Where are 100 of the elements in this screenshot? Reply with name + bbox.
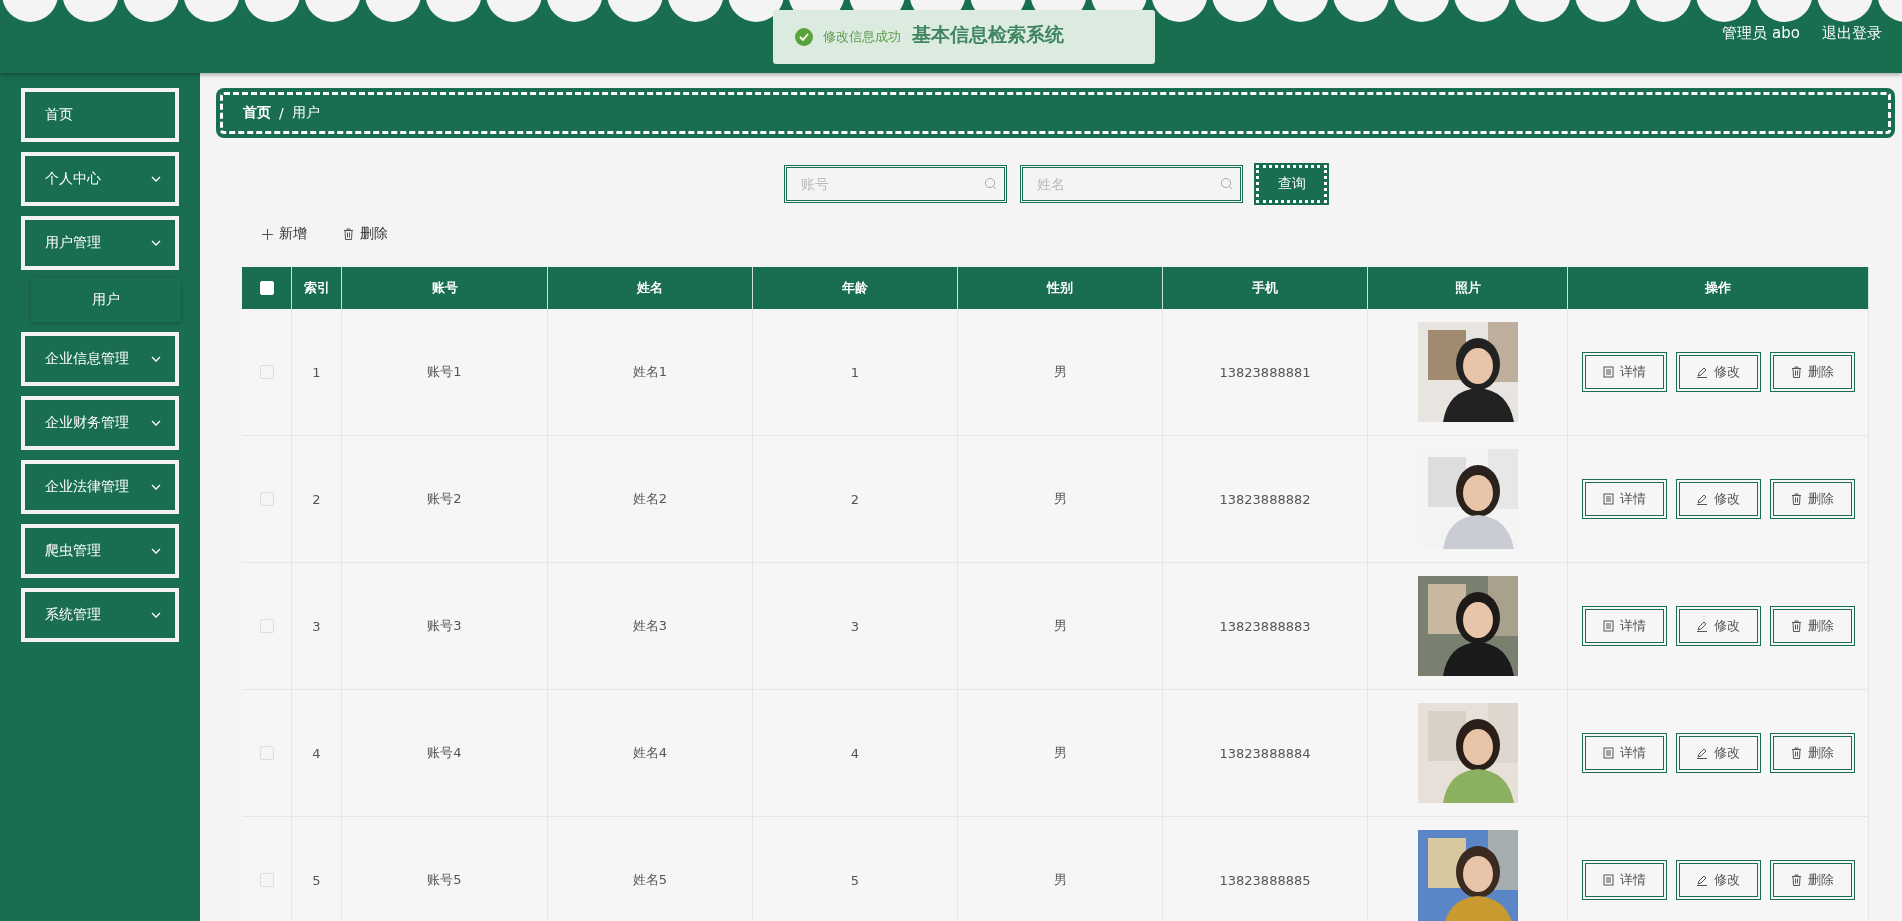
table-cell: 姓名5 [632,871,668,889]
search-icon [984,177,997,190]
search-icon [1220,177,1233,190]
table-cell: 男 [1053,363,1067,381]
chevron-down-icon [151,612,161,618]
table-cell: 账号2 [427,490,462,508]
pencil-icon [1696,874,1708,886]
sidebar-item[interactable]: 个人中心 [21,152,179,206]
column-header: 年龄 [842,279,868,297]
chevron-down-icon [151,420,161,426]
sidebar-item[interactable]: 企业财务管理 [21,396,179,450]
column-header: 索引 [303,279,330,297]
sidebar-item[interactable]: 企业法律管理 [21,460,179,514]
table-cell: 姓名4 [632,744,668,762]
sidebar-item[interactable]: 用户管理 [21,216,179,270]
row-checkbox[interactable] [259,365,274,379]
row-checkbox[interactable] [259,746,274,760]
document-icon [1602,493,1614,505]
breadcrumb-link[interactable]: 首页 [243,104,271,122]
details-button[interactable]: 详情 [1581,860,1667,900]
document-icon [1602,747,1614,759]
sidebar-item[interactable]: 爬虫管理 [21,524,179,578]
table-cell: 账号3 [427,617,462,635]
details-button[interactable]: 详情 [1581,479,1667,519]
row-checkbox[interactable] [259,492,274,506]
delete-button[interactable]: 删除 [1769,860,1855,900]
table-cell: 1 [312,364,321,380]
table-cell: 男 [1053,490,1067,508]
check-circle-icon [795,28,813,46]
search-field[interactable]: 账号 [784,165,1007,203]
table-cell: 13823888885 [1219,872,1311,888]
row-checkbox[interactable] [259,619,274,633]
details-button[interactable]: 详情 [1581,733,1667,773]
table-cell: 男 [1053,617,1067,635]
trash-icon [1790,747,1802,759]
table-cell: 4 [850,745,860,761]
table-cell: 姓名3 [632,617,668,635]
breadcrumb-separator: / [279,105,284,121]
table-cell: 姓名2 [632,490,668,508]
document-icon [1602,620,1614,632]
document-icon [1602,874,1614,886]
delete-button[interactable]: 删除 [1769,733,1855,773]
chevron-down-icon [151,176,161,182]
delete-button[interactable]: 删除 [1769,479,1855,519]
chevron-down-icon [151,356,161,362]
delete-button[interactable]: 删除 [1769,606,1855,646]
toast-message: 修改信息成功 [823,28,901,46]
table-cell: 账号5 [427,871,462,889]
pencil-icon [1696,620,1708,632]
chevron-down-icon [151,240,161,246]
breadcrumb-link[interactable]: 用户 [291,104,320,122]
sidebar-item[interactable]: 企业信息管理 [21,332,179,386]
column-header: 姓名 [637,279,663,297]
column-header: 性别 [1047,279,1073,297]
document-icon [1602,366,1614,378]
chevron-down-icon [151,484,161,490]
query-button[interactable]: 查询 [1256,165,1327,203]
sidebar-item[interactable]: 系统管理 [21,588,179,642]
table-cell: 13823888883 [1219,618,1311,634]
column-header: 照片 [1454,279,1481,297]
table-cell: 男 [1053,871,1067,889]
sidebar-subitem[interactable]: 用户 [31,278,181,322]
table-cell: 2 [850,491,860,507]
edit-button[interactable]: 修改 [1675,606,1761,646]
pencil-icon [1696,366,1708,378]
add-button[interactable]: 新增 [262,225,307,243]
details-button[interactable]: 详情 [1581,606,1667,646]
plus-icon [262,228,273,240]
table-cell: 1 [850,364,860,380]
search-field[interactable]: 姓名 [1020,165,1243,203]
table-cell: 5 [850,872,860,888]
edit-button[interactable]: 修改 [1675,352,1761,392]
column-header: 账号 [431,279,458,297]
sidebar-item[interactable]: 首页 [21,88,179,142]
chevron-down-icon [151,548,161,554]
edit-button[interactable]: 修改 [1675,733,1761,773]
delete-button[interactable]: 删除 [343,225,388,243]
table-cell: 13823888884 [1219,745,1311,761]
edit-button[interactable]: 修改 [1675,860,1761,900]
table-cell: 账号1 [427,363,462,381]
trash-icon [1790,366,1802,378]
delete-button[interactable]: 删除 [1769,352,1855,392]
column-header: 操作 [1705,279,1731,297]
table-cell: 姓名1 [632,363,668,381]
pencil-icon [1696,747,1708,759]
table-cell: 3 [850,618,860,634]
logout-link[interactable]: 退出登录 [1822,24,1882,43]
trash-icon [1790,620,1802,632]
table-cell: 2 [312,491,321,507]
table-cell: 3 [312,618,321,634]
table-cell: 账号4 [427,744,462,762]
select-all-checkbox[interactable] [259,281,274,295]
row-checkbox[interactable] [259,873,274,887]
table-cell: 5 [312,872,321,888]
column-header: 手机 [1252,279,1278,297]
details-button[interactable]: 详情 [1581,352,1667,392]
table-cell: 13823888882 [1219,491,1311,507]
edit-button[interactable]: 修改 [1675,479,1761,519]
pencil-icon [1696,493,1708,505]
trash-icon [1790,493,1802,505]
